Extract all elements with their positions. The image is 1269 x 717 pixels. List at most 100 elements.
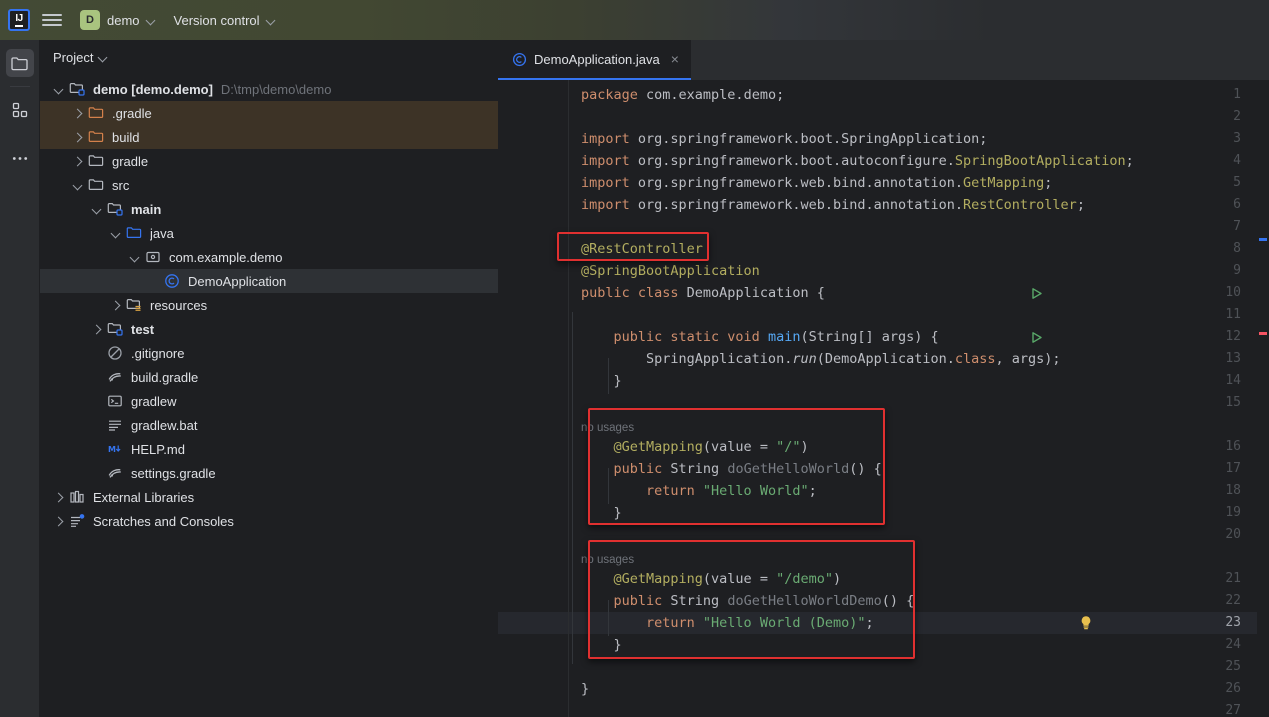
sidebar-item-more[interactable] xyxy=(6,144,34,172)
tree-item-help-md[interactable]: M HELP.md xyxy=(40,437,498,461)
code-line[interactable]: @RestController xyxy=(581,238,703,260)
code-token: main xyxy=(767,329,801,345)
code-token: String xyxy=(670,593,728,609)
markdown-icon: M xyxy=(108,445,121,454)
code-token: "Hello World (Demo)" xyxy=(702,615,866,631)
code-line[interactable]: public static void main(String[] args) { xyxy=(581,326,939,348)
intention-bulb-icon[interactable] xyxy=(1079,615,1093,631)
tree-item-src[interactable]: src xyxy=(40,173,498,197)
tree-item-resources[interactable]: resources xyxy=(40,293,498,317)
chevron-down-icon[interactable] xyxy=(108,225,124,241)
tree-item-com-example-demo[interactable]: com.example.demo xyxy=(40,245,498,269)
code-line[interactable]: public String doGetHelloWorld() { xyxy=(581,458,882,480)
chevron-down-icon[interactable] xyxy=(70,177,86,193)
tool-window-rail xyxy=(0,40,40,717)
tree-item-gradlew-bat[interactable]: gradlew.bat xyxy=(40,413,498,437)
project-selector[interactable]: D demo xyxy=(76,7,160,33)
tab-demoapplication-java[interactable]: DemoApplication.java × xyxy=(498,40,691,80)
code-text[interactable]: package com.example.demo; import org.spri… xyxy=(570,80,1269,717)
chevron-down-icon[interactable] xyxy=(89,201,105,217)
java-class-icon xyxy=(512,52,527,67)
resources-icon xyxy=(126,299,141,311)
chevron-right-icon[interactable] xyxy=(70,129,86,145)
folder-icon xyxy=(11,56,28,70)
code-line[interactable]: } xyxy=(581,634,622,656)
gitignore-icon xyxy=(108,346,122,360)
chevron-down-icon[interactable] xyxy=(127,249,143,265)
project-tree[interactable]: demo [demo.demo] D:\tmp\demo\demo .gradle b… xyxy=(40,74,498,533)
code-line[interactable]: public String doGetHelloWorldDemo() { xyxy=(581,590,915,612)
chevron-right-icon[interactable] xyxy=(70,105,86,121)
tree-item-label: src xyxy=(112,177,130,193)
code-line[interactable]: import org.springframework.web.bind.anno… xyxy=(581,194,1085,216)
project-tool-window: Project demo [demo.demo] D:\tmp\demo\demo… xyxy=(40,40,498,717)
code-line[interactable]: @GetMapping(value = "/demo") xyxy=(581,568,842,590)
code-line[interactable]: @SpringBootApplication xyxy=(581,260,760,282)
chevron-down-icon xyxy=(267,16,276,25)
code-line[interactable]: import org.springframework.boot.SpringAp… xyxy=(581,128,987,150)
chevron-down-icon[interactable] xyxy=(51,81,67,97)
text-file-icon xyxy=(109,420,121,431)
sidebar-item-structure[interactable] xyxy=(6,96,34,124)
chevron-right-icon[interactable] xyxy=(108,297,124,313)
code-token: (value = xyxy=(702,439,777,455)
tree-item-demoapplication[interactable]: DemoApplication xyxy=(40,269,498,293)
intellij-logo-icon[interactable]: IJ xyxy=(8,9,30,31)
code-line[interactable]: } xyxy=(581,502,622,524)
code-token: package xyxy=(581,87,647,103)
resources-icon xyxy=(126,297,144,313)
main-menu-button[interactable] xyxy=(42,10,62,30)
tree-item-main[interactable]: main xyxy=(40,197,498,221)
tree-item-settings-gradle[interactable]: settings.gradle xyxy=(40,461,498,485)
code-token: @GetMapping xyxy=(613,571,703,587)
sidebar-item-project[interactable] xyxy=(5,49,34,77)
code-token: ; xyxy=(1125,153,1134,169)
project-panel-header[interactable]: Project xyxy=(40,40,498,74)
chevron-right-icon[interactable] xyxy=(51,489,67,505)
tree-item-gitignore[interactable]: .gitignore xyxy=(40,341,498,365)
code-line[interactable]: } xyxy=(581,678,589,700)
indent-guide xyxy=(608,600,609,636)
tree-item-gradle[interactable]: gradle xyxy=(40,149,498,173)
tree-item-demo-demo-demo[interactable]: demo [demo.demo] D:\tmp\demo\demo xyxy=(40,77,498,101)
code-line[interactable]: SpringApplication.run(DemoApplication.cl… xyxy=(581,348,1061,370)
code-line[interactable]: package com.example.demo; xyxy=(581,84,784,106)
code-token: "Hello World" xyxy=(702,483,809,499)
chevron-right-icon[interactable] xyxy=(89,321,105,337)
chevron-down-icon xyxy=(99,53,108,62)
gradle-icon xyxy=(108,373,121,382)
chevron-right-icon[interactable] xyxy=(51,513,67,529)
tree-item-gradlew[interactable]: gradlew xyxy=(40,389,498,413)
code-editor[interactable]: 1 2 3 4 5 6 7 8 9 10 11 12 13 14 15 16 17 18 19 20 21 22 23 24 2… xyxy=(498,80,1269,717)
code-token: doGetHelloWorldDemo xyxy=(727,593,882,609)
code-token: } xyxy=(581,681,590,697)
tree-item-test[interactable]: test xyxy=(40,317,498,341)
tree-item-build-gradle[interactable]: build.gradle xyxy=(40,365,498,389)
code-line[interactable]: } xyxy=(581,370,622,392)
tree-item-external-libraries[interactable]: External Libraries xyxy=(40,485,498,509)
close-icon[interactable]: × xyxy=(671,52,679,66)
tree-item-java[interactable]: java xyxy=(40,221,498,245)
code-line[interactable]: return "Hello World"; xyxy=(581,480,817,502)
tree-item-build[interactable]: build xyxy=(40,125,498,149)
rail-divider xyxy=(9,86,30,87)
title-bar: IJ D demo Version control xyxy=(0,0,1269,40)
code-line[interactable]: @GetMapping(value = "/") xyxy=(581,436,809,458)
code-line[interactable]: import org.springframework.web.bind.anno… xyxy=(581,172,1052,194)
module-icon xyxy=(69,81,87,97)
tree-item-gradle[interactable]: .gradle xyxy=(40,101,498,125)
code-line[interactable]: public class DemoApplication { xyxy=(581,282,825,304)
package-icon xyxy=(146,251,160,263)
indent-guide xyxy=(572,312,573,664)
folder-icon xyxy=(88,155,104,166)
indent-guide xyxy=(608,468,609,504)
project-badge-icon: D xyxy=(80,10,100,30)
code-token: public xyxy=(581,593,671,609)
code-line[interactable]: return "Hello World (Demo)"; xyxy=(581,612,874,634)
version-control-widget[interactable]: Version control xyxy=(170,10,280,31)
code-line[interactable]: import org.springframework.boot.autoconf… xyxy=(581,150,1134,172)
code-token: doGetHelloWorld xyxy=(727,461,850,477)
chevron-right-icon[interactable] xyxy=(70,153,86,169)
tree-item-scratches-and-consoles[interactable]: Scratches and Consoles xyxy=(40,509,498,533)
